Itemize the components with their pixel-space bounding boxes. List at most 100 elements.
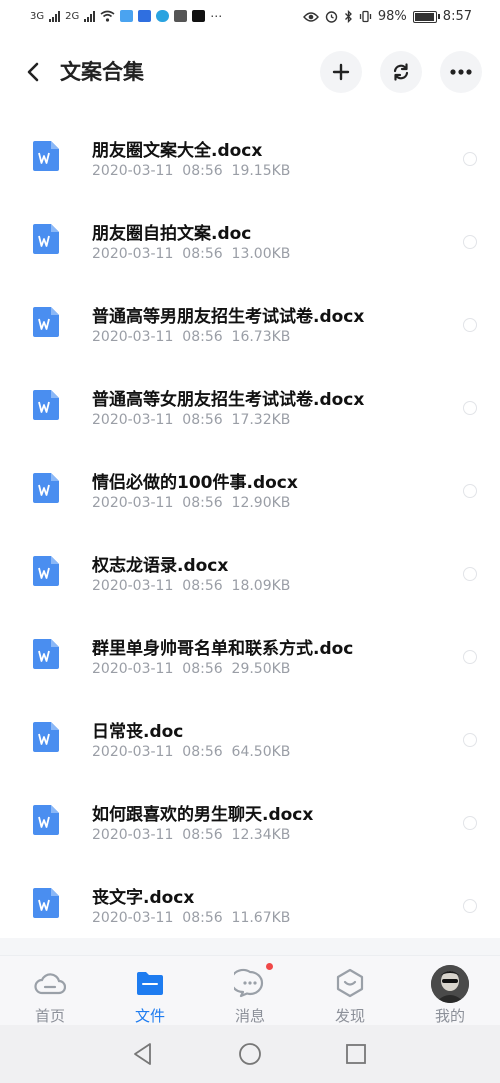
tab-label: 文件 [134, 1007, 165, 1025]
word-doc-icon [33, 224, 59, 254]
file-name: 权志龙语录.docx [92, 556, 229, 576]
select-radio[interactable] [463, 401, 477, 415]
top-app-bar: 文案合集 [0, 36, 500, 108]
file-time: 08:56 [182, 246, 223, 262]
file-time: 08:56 [182, 910, 223, 926]
select-radio[interactable] [463, 235, 477, 249]
file-size: 17.32KB [231, 412, 291, 428]
file-date: 2020-03-11 [92, 163, 174, 179]
file-name: 情侣必做的100件事.docx [92, 473, 298, 493]
file-meta: 2020-03-11 08:56 11.67KB [92, 910, 290, 926]
file-meta: 2020-03-11 08:56 12.34KB [92, 827, 290, 843]
tab-files[interactable]: 文件 [100, 956, 200, 1026]
tab-label: 我的 [434, 1007, 465, 1025]
tab-discover[interactable]: 发现 [300, 956, 400, 1026]
file-time: 08:56 [182, 495, 223, 511]
select-radio[interactable] [463, 816, 477, 830]
cloud-icon [34, 973, 66, 995]
file-time: 08:56 [182, 827, 223, 843]
file-date: 2020-03-11 [92, 910, 174, 926]
select-radio[interactable] [463, 152, 477, 166]
file-date: 2020-03-11 [92, 744, 174, 760]
file-size: 64.50KB [231, 744, 291, 760]
file-date: 2020-03-11 [92, 412, 174, 428]
alarm-icon [325, 11, 338, 23]
select-radio[interactable] [463, 318, 477, 332]
add-button[interactable] [320, 51, 362, 93]
status-bar: 3G 2G ⋯ 98% 8:57 [0, 0, 500, 36]
file-meta: 2020-03-11 08:56 18.09KB [92, 578, 290, 594]
network-type-1: 3G [30, 10, 45, 22]
file-size: 13.00KB [231, 246, 291, 262]
word-doc-icon [33, 307, 59, 337]
wifi-icon [100, 10, 115, 22]
file-date: 2020-03-11 [92, 578, 174, 594]
file-size: 19.15KB [231, 163, 291, 179]
tab-home[interactable]: 首页 [0, 956, 100, 1026]
file-row[interactable]: 权志龙语录.docx 2020-03-11 08:56 18.09KB [0, 523, 500, 606]
signal-icon-2 [84, 10, 96, 22]
select-radio[interactable] [463, 650, 477, 664]
baidu-icon [138, 10, 152, 22]
tab-me[interactable]: 我的 [400, 956, 500, 1026]
file-row[interactable]: 如何跟喜欢的男生聊天.docx 2020-03-11 08:56 12.34KB [0, 772, 500, 855]
refresh-button[interactable] [380, 51, 422, 93]
tab-messages[interactable]: 消息 [200, 956, 300, 1026]
chevron-left-icon[interactable] [20, 58, 48, 86]
file-meta: 2020-03-11 08:56 16.73KB [92, 329, 290, 345]
select-radio[interactable] [463, 484, 477, 498]
file-time: 08:56 [182, 412, 223, 428]
file-row[interactable]: 情侣必做的100件事.docx 2020-03-11 08:56 12.90KB [0, 440, 500, 523]
more-notifications-icon: ⋯ [210, 9, 223, 23]
recents-square-icon[interactable] [343, 1041, 369, 1067]
file-size: 12.90KB [231, 495, 291, 511]
word-doc-icon [33, 639, 59, 669]
back-triangle-icon[interactable] [130, 1041, 156, 1067]
network-type-2: 2G [65, 10, 80, 22]
battery-icon [412, 10, 440, 23]
file-meta: 2020-03-11 08:56 29.50KB [92, 661, 290, 677]
word-doc-icon [33, 390, 59, 420]
file-size: 12.34KB [231, 827, 291, 843]
file-name: 群里单身帅哥名单和联系方式.doc [92, 639, 354, 659]
file-meta: 2020-03-11 08:56 17.32KB [92, 412, 290, 428]
select-radio[interactable] [463, 899, 477, 913]
discover-icon [336, 968, 364, 998]
file-date: 2020-03-11 [92, 495, 174, 511]
file-row[interactable]: 群里单身帅哥名单和联系方式.doc 2020-03-11 08:56 29.50… [0, 606, 500, 689]
file-meta: 2020-03-11 08:56 13.00KB [92, 246, 290, 262]
vibrate-icon [359, 10, 372, 23]
file-date: 2020-03-11 [92, 661, 174, 677]
app-notification-icon [120, 10, 134, 22]
more-button[interactable] [440, 51, 482, 93]
file-name: 丧文字.docx [92, 888, 195, 908]
select-radio[interactable] [463, 567, 477, 581]
file-row[interactable]: 丧文字.docx 2020-03-11 08:56 11.67KB [0, 855, 500, 938]
status-right: 98% 8:57 [302, 9, 472, 24]
file-row[interactable]: 普通高等男朋友招生考试试卷.docx 2020-03-11 08:56 16.7… [0, 274, 500, 357]
file-row[interactable]: 日常丧.doc 2020-03-11 08:56 64.50KB [0, 689, 500, 772]
signal-icon [49, 10, 61, 22]
avatar [431, 965, 469, 1003]
file-size: 16.73KB [231, 329, 291, 345]
word-doc-icon [33, 888, 59, 918]
select-radio[interactable] [463, 733, 477, 747]
file-date: 2020-03-11 [92, 246, 174, 262]
bottom-tab-bar: 首页 文件 消息 发现 我的 [0, 955, 500, 1026]
tab-label: 首页 [34, 1007, 65, 1025]
bluetooth-icon [344, 10, 352, 23]
file-row[interactable]: 朋友圈文案大全.docx 2020-03-11 08:56 19.15KB [0, 108, 500, 191]
file-name: 普通高等男朋友招生考试试卷.docx [92, 307, 365, 327]
file-row[interactable]: 普通高等女朋友招生考试试卷.docx 2020-03-11 08:56 17.3… [0, 357, 500, 440]
page-title: 文案合集 [60, 60, 144, 84]
file-row[interactable]: 朋友圈自拍文案.doc 2020-03-11 08:56 13.00KB [0, 191, 500, 274]
word-doc-icon [33, 722, 59, 752]
file-size: 18.09KB [231, 578, 291, 594]
file-size: 11.67KB [231, 910, 291, 926]
home-circle-icon[interactable] [237, 1041, 263, 1067]
file-size: 29.50KB [231, 661, 291, 677]
system-nav-bar [0, 1025, 500, 1083]
file-meta: 2020-03-11 08:56 19.15KB [92, 163, 290, 179]
battery-percent: 98% [377, 9, 407, 24]
chat-icon [234, 968, 264, 998]
